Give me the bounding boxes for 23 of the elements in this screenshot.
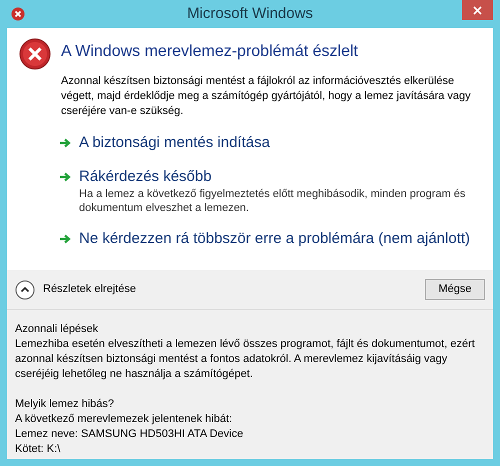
details-line: Lemez neve: SAMSUNG HD503HI ATA Device — [15, 427, 244, 442]
details-toggle[interactable]: Részletek elrejtése — [15, 280, 136, 300]
window-title: Microsoft Windows — [187, 4, 313, 24]
command-description: Ha a lemez a következő figyelmeztetés előtt meghibásodik, minden program és dokumentum elveszhet a lemezen. — [79, 187, 466, 215]
main-instruction: A Windows merevlemez-problémát észlelt — [61, 42, 359, 62]
command-link[interactable]: A biztonsági mentés indítása — [79, 133, 270, 153]
details-paragraph: Lemezhiba esetén elveszítheti a lemezen lévő összes programot, fájlt és dokumentumot, ezért azonnal készítsen biztonsági mentést a fontos adatokról. A merevlemez kijavításáig vagy cseréjéig lehetőleg ne használja a számítógépet. — [15, 337, 476, 382]
message-text: Azonnal készítsen biztonsági mentést a fájlokról az információvesztés elkerülése végett, majd érdeklődje meg a számítógép gyártójától, hogy a lemez javítására vagy cseréjére van-e szükség. — [61, 74, 472, 119]
arrow-icon — [59, 138, 71, 148]
close-button[interactable] — [462, 0, 493, 20]
details-line: Kötet: K:\ — [15, 442, 62, 457]
chevron-up-icon — [15, 280, 35, 300]
arrow-icon — [59, 172, 71, 182]
cancel-button[interactable]: Mégse — [425, 279, 485, 300]
details-line: A következő merevlemezek jelentenek hibát: — [15, 412, 234, 427]
error-icon — [11, 7, 25, 21]
close-icon — [473, 6, 482, 14]
command-link[interactable]: Rákérdezés később — [79, 167, 481, 187]
details-line: Azonnali lépések — [15, 322, 100, 337]
details-line: Melyik lemez hibás? — [15, 397, 116, 412]
error-icon — [19, 38, 51, 70]
command-link[interactable]: Ne kérdezzen rá többször erre a problémára (nem ajánlott) — [79, 229, 470, 249]
arrow-icon — [59, 234, 71, 244]
